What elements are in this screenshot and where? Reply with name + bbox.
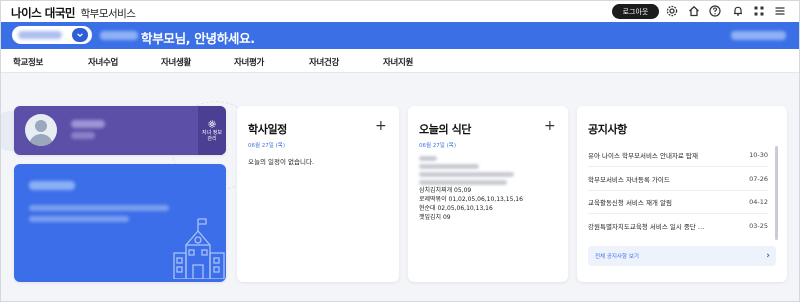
chevron-right-icon: › (766, 251, 770, 261)
child-name-redacted (71, 120, 105, 128)
top-bar: 나이스 대국민 학부모서비스 로그아웃 (1, 1, 799, 22)
child-profile-card: 자녀 정보 관리 (14, 106, 226, 155)
menu-icon[interactable] (773, 4, 787, 18)
notice-item-date: 03-25 (749, 222, 768, 230)
logo-main: 나이스 대국민 (11, 6, 75, 20)
divider (588, 166, 768, 167)
school-card[interactable] (14, 164, 226, 282)
schedule-empty-message: 오늘의 일정이 없습니다. (248, 158, 314, 166)
logo-sub: 학부모서비스 (80, 8, 136, 20)
nav-item-evaluation[interactable]: 자녀평가 (234, 56, 264, 68)
nav-item-support[interactable]: 자녀지원 (383, 56, 413, 68)
schedule-card: 학사일정 + 06월 27일 (목) 오늘의 일정이 없습니다. (237, 106, 399, 282)
meal-line: 깻잎김치 09 (419, 214, 451, 221)
notice-item[interactable]: 교육활동신청 서비스 재개 알림 04-12 (588, 195, 768, 209)
parent-name-redacted (100, 31, 138, 40)
schedule-date: 06월 27일 (목) (248, 143, 285, 149)
notice-item-title: 학부모서비스 자녀등록 가이드 (588, 176, 670, 184)
schedule-more-icon[interactable]: + (375, 118, 387, 134)
nav-item-health[interactable]: 자녀건강 (309, 56, 339, 68)
meal-line: 현순대 02,05,06,10,13,16 (419, 205, 493, 212)
gear-icon[interactable] (665, 4, 679, 18)
meal-date: 06월 27일 (목) (419, 143, 456, 149)
help-icon[interactable] (708, 4, 722, 18)
meal-item-redacted (419, 156, 437, 161)
child-name-redacted (18, 31, 62, 39)
manage-child-button[interactable]: 자녀 정보 관리 (198, 106, 226, 155)
view-all-notices-label: 전체 공지사항 보기 (595, 254, 639, 260)
school-building-icon (173, 218, 225, 279)
home-icon[interactable] (687, 4, 701, 18)
meal-more-icon[interactable]: + (544, 118, 556, 134)
page: 나이스 대국민 학부모서비스 로그아웃 학부모님, 안녕하세요. 학교정보 자녀… (0, 0, 800, 302)
school-name-redacted (29, 181, 75, 190)
child-selector[interactable] (12, 26, 92, 44)
meal-line: 로제떡볶이 01,02,05,06,10,13,15,16 (419, 196, 523, 203)
notice-scrollbar[interactable] (775, 146, 778, 240)
notice-item[interactable]: 학부모서비스 자녀등록 가이드 07-26 (588, 172, 768, 186)
nav-item-school-info[interactable]: 학교정보 (13, 56, 43, 68)
notice-item[interactable]: 유아 나이스 학부모서비스 안내자료 탑재 10-30 (588, 148, 768, 162)
meal-line: 삼치김치찌개 05,09 (419, 187, 472, 194)
greeting-bar: 학부모님, 안녕하세요. (1, 22, 799, 49)
meal-title: 오늘의 식단 (419, 123, 472, 136)
child-grade-redacted (71, 132, 95, 139)
chevron-down-icon[interactable] (72, 28, 88, 42)
school-address-redacted (29, 205, 169, 211)
meal-item-redacted (419, 172, 514, 177)
bell-icon[interactable] (731, 4, 745, 18)
school-phone-redacted (29, 216, 129, 222)
notice-item[interactable]: 강원특별자치도교육청 서비스 일시 중단 … 03-25 (588, 219, 768, 233)
nav-item-life[interactable]: 자녀생활 (161, 56, 191, 68)
meal-card: 오늘의 식단 + 06월 27일 (목) 삼치김치찌개 05,09 로제떡볶이 … (408, 106, 568, 282)
notice-item-title: 강원특별자치도교육청 서비스 일시 중단 … (588, 223, 705, 231)
manage-label-2: 관리 (207, 135, 217, 142)
logout-button[interactable]: 로그아웃 (612, 4, 659, 19)
notice-item-date: 04-12 (749, 198, 768, 206)
notice-item-title: 유아 나이스 학부모서비스 안내자료 탑재 (588, 152, 698, 160)
view-all-notices-button[interactable]: 전체 공지사항 보기 › (588, 246, 776, 266)
avatar (25, 114, 57, 146)
site-logo[interactable]: 나이스 대국민 학부모서비스 (11, 5, 136, 21)
divider (588, 213, 768, 214)
notice-card: 공지사항 유아 나이스 학부모서비스 안내자료 탑재 10-30 학부모서비스 … (577, 106, 787, 282)
notice-item-date: 10-30 (749, 151, 768, 159)
schedule-title: 학사일정 (248, 123, 287, 136)
notice-item-date: 07-26 (749, 175, 768, 183)
notice-item-title: 교육활동신청 서비스 재개 알림 (588, 199, 672, 207)
greeting-text: 학부모님, 안녕하세요. (141, 31, 255, 46)
school-name-redacted (731, 31, 786, 40)
divider (588, 190, 768, 191)
main-nav: 학교정보 자녀수업 자녀생활 자녀평가 자녀건강 자녀지원 (1, 49, 799, 73)
nav-item-classes[interactable]: 자녀수업 (88, 56, 118, 68)
grid-icon[interactable] (752, 4, 766, 18)
notice-title: 공지사항 (588, 123, 627, 136)
meal-item-redacted (419, 164, 479, 169)
gear-icon (208, 119, 216, 128)
